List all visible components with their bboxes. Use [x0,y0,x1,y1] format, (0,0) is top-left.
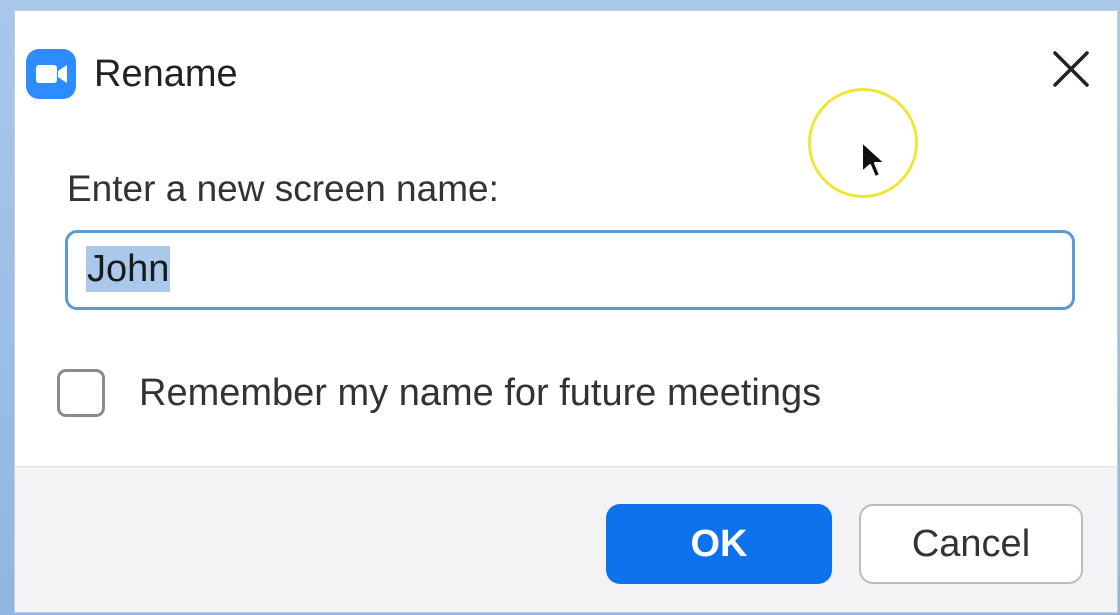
video-camera-icon [26,49,76,99]
rename-dialog: Rename Enter a new screen name: John Rem… [14,10,1118,613]
selected-text[interactable]: John [86,246,171,292]
screen-name-input[interactable]: John [65,230,1075,310]
screen-name-value[interactable]: John [86,245,171,293]
screen-name-prompt: Enter a new screen name: [67,168,499,209]
dialog-footer: OK Cancel [15,466,1117,612]
dialog-titlebar: Rename [15,11,1117,123]
remember-name-checkbox[interactable] [57,369,105,417]
ok-button[interactable]: OK [606,504,832,584]
cancel-button[interactable]: Cancel [859,504,1083,584]
close-icon[interactable] [1049,47,1093,91]
remember-name-label[interactable]: Remember my name for future meetings [139,369,821,417]
dialog-title: Rename [94,53,238,95]
